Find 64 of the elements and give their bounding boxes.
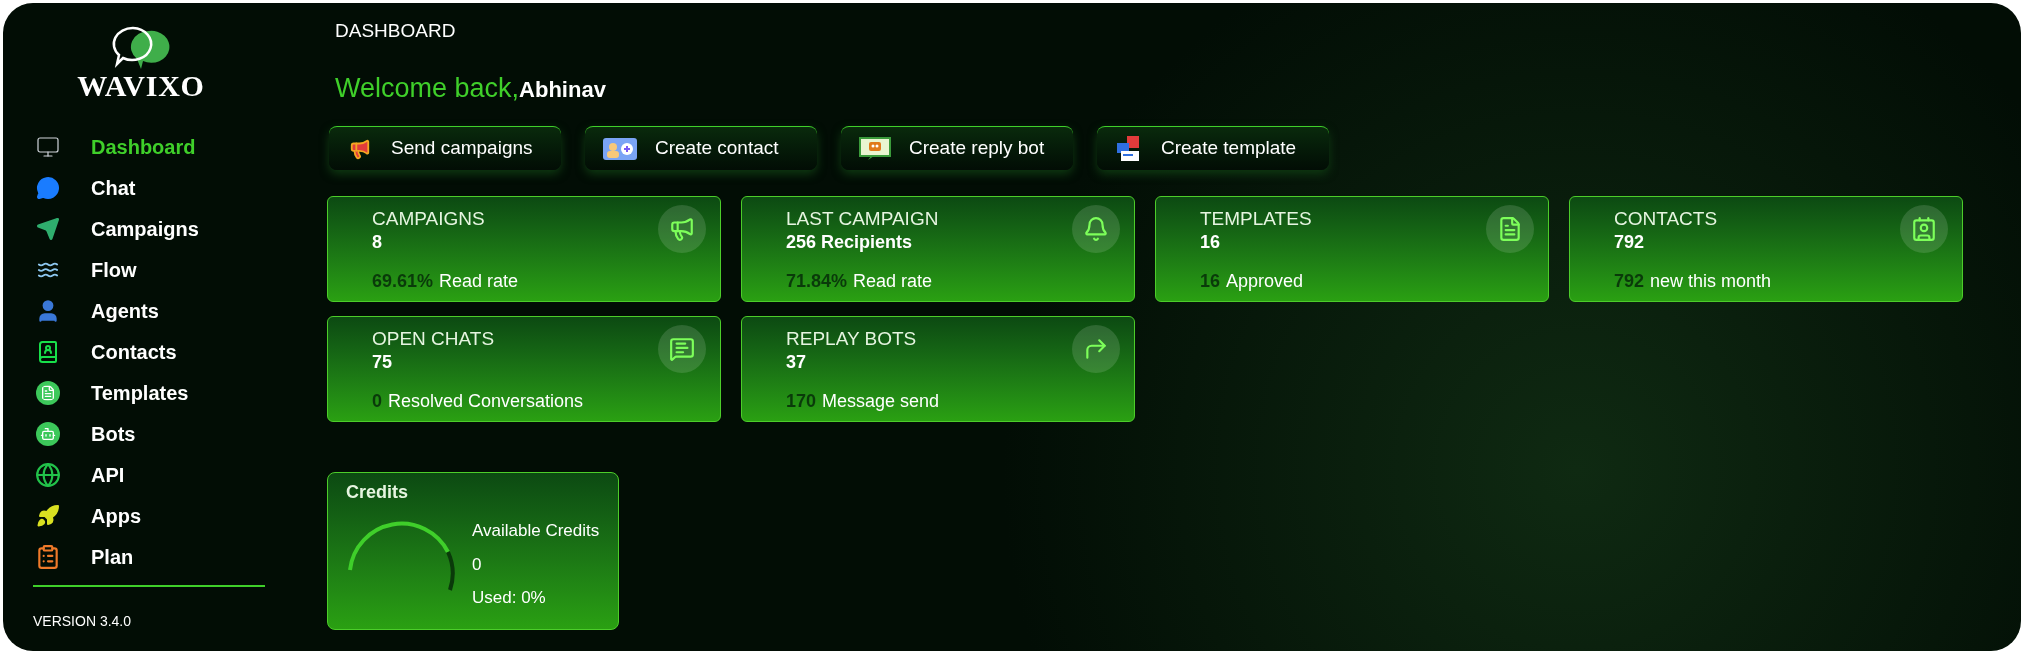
card-stat: 170 bbox=[786, 390, 817, 413]
robot-screen-icon bbox=[859, 136, 891, 161]
card-value: 75 bbox=[372, 350, 393, 374]
card-title: CAMPAIGNS bbox=[372, 207, 485, 231]
card-value: 256 Recipients bbox=[786, 230, 913, 254]
credits-value: 0 bbox=[472, 553, 483, 576]
chat-bubble-icon bbox=[34, 175, 62, 200]
rocket-icon bbox=[36, 503, 60, 528]
card-stat-label: new this month bbox=[1650, 270, 1772, 293]
page-title: DASHBOARD bbox=[335, 20, 456, 41]
bot-icon bbox=[36, 421, 60, 446]
card-stat-label: Resolved Conversations bbox=[388, 390, 584, 413]
megaphone-icon bbox=[669, 216, 695, 242]
credits-used: Used: 0% bbox=[472, 587, 547, 609]
card-value: 16 bbox=[1200, 230, 1221, 254]
quick-action-button[interactable]: Create template bbox=[1097, 126, 1329, 170]
logo-text: WAVIXO bbox=[77, 71, 205, 101]
card-stat-label: Approved bbox=[1226, 270, 1304, 293]
nav-item[interactable]: Dashboard bbox=[33, 131, 269, 162]
card-value: 8 bbox=[372, 230, 382, 254]
card-title: LAST CAMPAIGN bbox=[786, 207, 939, 231]
card-value: 792 bbox=[1614, 230, 1645, 254]
contact-card-icon bbox=[1911, 216, 1937, 242]
card-stat: 0 bbox=[372, 390, 382, 413]
monitor-icon bbox=[34, 134, 62, 159]
paper-plane-icon bbox=[35, 216, 61, 241]
quick-action-button[interactable]: Send campaigns bbox=[329, 126, 561, 170]
clipboard-icon bbox=[35, 543, 61, 570]
credits-label: Available Credits bbox=[472, 520, 600, 542]
document-icon bbox=[1497, 216, 1523, 242]
card-stat-label: Read rate bbox=[853, 270, 933, 293]
card-stat: 792 bbox=[1614, 270, 1645, 293]
card-stat-label: Read rate bbox=[439, 270, 519, 293]
document-icon bbox=[36, 380, 60, 405]
credits-title: Credits bbox=[346, 481, 408, 504]
nav-item[interactable]: Plan bbox=[33, 541, 269, 572]
card-stat: 16 bbox=[1200, 270, 1221, 293]
quick-action-button[interactable]: Create reply bot bbox=[841, 126, 1073, 170]
welcome-greeting: Welcome back, bbox=[335, 71, 520, 105]
quick-action-button[interactable]: Create contact bbox=[585, 126, 817, 170]
nav-item[interactable]: Chat bbox=[33, 172, 269, 203]
nav-item[interactable]: Bots bbox=[33, 418, 269, 449]
bell-icon bbox=[1083, 216, 1109, 242]
nav-item[interactable]: Contacts bbox=[33, 336, 269, 367]
card-title: TEMPLATES bbox=[1200, 207, 1312, 231]
card-stat: 71.84% bbox=[786, 270, 848, 293]
nav-item[interactable]: Agents bbox=[33, 295, 269, 326]
speech-bubble-icon bbox=[669, 336, 695, 362]
globe-icon bbox=[35, 461, 61, 488]
add-contact-icon bbox=[603, 137, 637, 160]
user-name: Abhinav bbox=[519, 75, 606, 104]
card-stat: 69.61% bbox=[372, 270, 434, 293]
card-title: CONTACTS bbox=[1614, 207, 1718, 231]
nav-item[interactable]: Apps bbox=[33, 500, 269, 531]
card-title: REPLAY BOTS bbox=[786, 327, 917, 351]
nav-item[interactable]: Templates bbox=[33, 377, 269, 408]
nav-item[interactable]: Campaigns bbox=[33, 213, 269, 244]
card-value: 37 bbox=[786, 350, 807, 374]
card-stat-label: Message send bbox=[822, 390, 940, 413]
version-label: VERSION 3.4.0 bbox=[33, 613, 132, 629]
card-title: OPEN CHATS bbox=[372, 327, 495, 351]
nav-item[interactable]: Flow bbox=[33, 254, 269, 285]
redo-arrow-icon bbox=[1083, 336, 1109, 362]
nav-item[interactable]: API bbox=[33, 459, 269, 490]
